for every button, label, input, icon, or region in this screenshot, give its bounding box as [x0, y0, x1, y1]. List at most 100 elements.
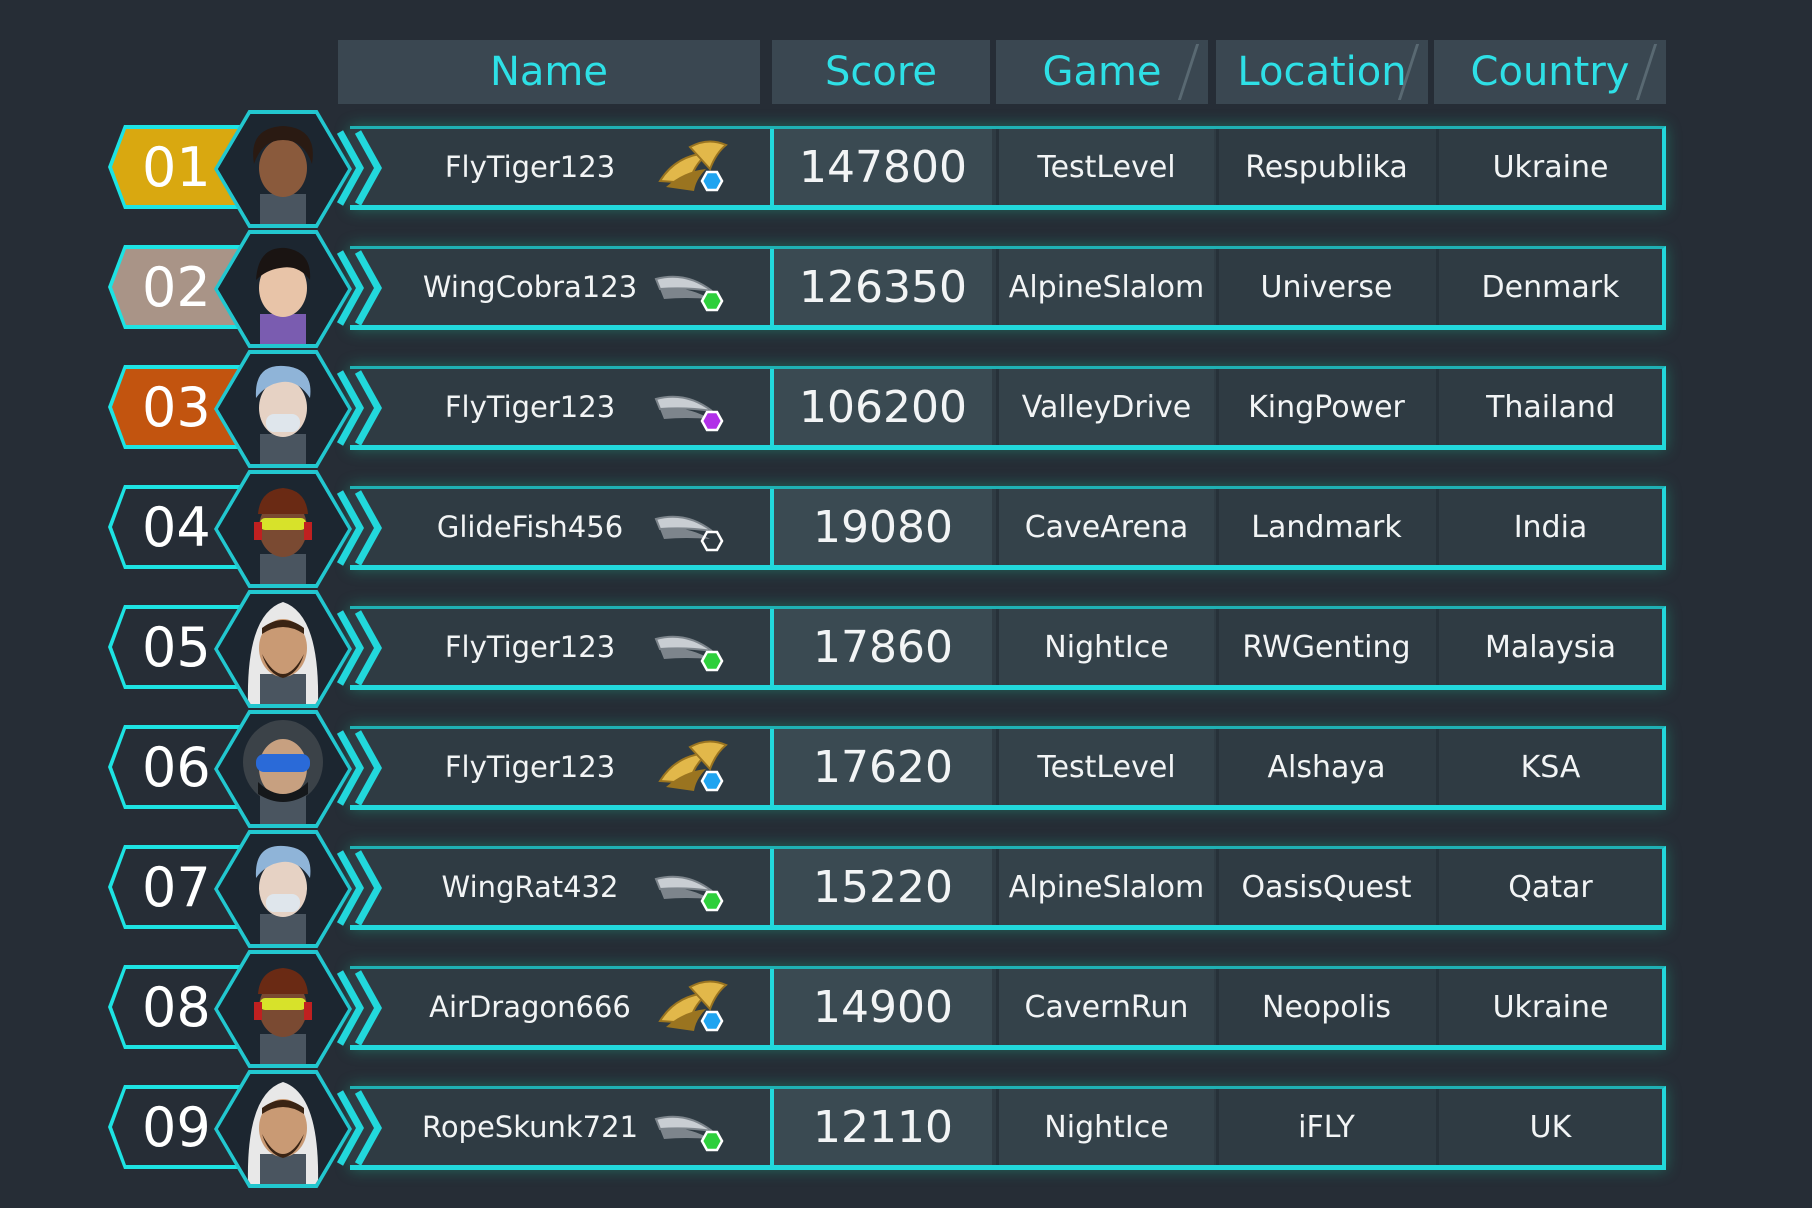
rank-number: 07 [142, 855, 211, 919]
leaderboard-row-05[interactable]: 05 FlyTiger123 17860 NightIce RWGenting … [0, 590, 1812, 708]
location-value: Alshaya [1267, 749, 1386, 785]
wings-rank-icon [654, 1115, 724, 1152]
row-bar: RopeSkunk721 12110 NightIce iFLY UK [350, 1086, 1666, 1170]
game-value: TestLevel [1037, 149, 1176, 185]
leaderboard-row-06[interactable]: 06 FlyTiger123 17620 TestLevel Alshaya K… [0, 710, 1812, 828]
rank-number: 06 [142, 735, 211, 799]
player-name-cell: WingRat432 [350, 849, 770, 925]
wings-rank-icon [654, 875, 724, 912]
wings-rank-icon [654, 515, 724, 552]
wings-rank-icon [654, 275, 724, 312]
player-name-cell: RopeSkunk721 [350, 1089, 770, 1165]
player-avatar [218, 594, 348, 704]
row-bar: FlyTiger123 106200 ValleyDrive KingPower… [350, 366, 1666, 450]
score-value: 17860 [813, 621, 953, 673]
player-name-cell: AirDragon666 [350, 969, 770, 1045]
leaderboard-row-09[interactable]: 09 RopeSkunk721 12110 NightIce iFLY UK [0, 1070, 1812, 1188]
game-cell: ValleyDrive [996, 369, 1214, 445]
player-name: GlideFish456 [436, 510, 624, 544]
score-value: 106200 [799, 381, 967, 433]
country-cell: Malaysia [1436, 609, 1662, 685]
score-cell: 17860 [770, 609, 992, 685]
score-value: 12110 [813, 1101, 953, 1153]
rank-number: 09 [142, 1095, 211, 1159]
score-value: 14900 [813, 981, 953, 1033]
column-header-location[interactable]: Location [1216, 40, 1434, 104]
column-header-country[interactable]: Country [1434, 40, 1672, 104]
column-header-name[interactable]: Name [338, 40, 760, 104]
location-value: OasisQuest [1241, 869, 1412, 905]
player-avatar [218, 474, 348, 584]
score-cell: 147800 [770, 129, 992, 205]
country-cell: Denmark [1436, 249, 1662, 325]
location-cell: Respublika [1216, 129, 1434, 205]
location-value: RWGenting [1242, 629, 1411, 665]
player-avatar [218, 234, 348, 344]
country-value: Ukraine [1492, 989, 1609, 1025]
country-value: India [1513, 509, 1588, 545]
country-value: Denmark [1481, 269, 1620, 305]
rank-number: 02 [142, 255, 211, 319]
rank-number: 03 [142, 375, 211, 439]
country-cell: Qatar [1436, 849, 1662, 925]
player-name: FlyTiger123 [444, 150, 616, 184]
column-header-game[interactable]: Game [996, 40, 1214, 104]
leaderboard-row-07[interactable]: 07 WingRat432 15220 AlpineSlalom OasisQu… [0, 830, 1812, 948]
game-value: NightIce [1044, 629, 1169, 665]
score-value: 15220 [813, 861, 953, 913]
country-cell: Thailand [1436, 369, 1662, 445]
column-header-score[interactable]: Score [772, 40, 990, 104]
location-cell: RWGenting [1216, 609, 1434, 685]
game-value: CaveArena [1024, 509, 1189, 545]
leaderboard-row-04[interactable]: 04 GlideFish456 19080 CaveArena Landmark… [0, 470, 1812, 588]
location-cell: KingPower [1216, 369, 1434, 445]
game-value: TestLevel [1037, 749, 1176, 785]
game-value: AlpineSlalom [1008, 869, 1205, 905]
country-value: Thailand [1486, 389, 1615, 425]
game-value: AlpineSlalom [1008, 269, 1205, 305]
score-cell: 12110 [770, 1089, 992, 1165]
country-cell: Ukraine [1436, 969, 1662, 1045]
score-value: 19080 [813, 501, 953, 553]
player-name: WingRat432 [441, 870, 619, 904]
score-cell: 126350 [770, 249, 992, 325]
player-avatar [218, 834, 348, 944]
location-cell: Neopolis [1216, 969, 1434, 1045]
player-avatar [218, 714, 348, 824]
score-cell: 15220 [770, 849, 992, 925]
rank-number: 04 [142, 495, 211, 559]
player-name: WingCobra123 [422, 270, 638, 304]
wings-rank-icon [658, 740, 728, 792]
country-cell: UK [1436, 1089, 1662, 1165]
game-cell: AlpineSlalom [996, 249, 1214, 325]
player-avatar [218, 354, 348, 464]
wings-rank-icon [654, 395, 724, 432]
location-cell: iFLY [1216, 1089, 1434, 1165]
wings-rank-icon [658, 980, 728, 1032]
row-bar: GlideFish456 19080 CaveArena Landmark In… [350, 486, 1666, 570]
rank-number: 08 [142, 975, 211, 1039]
row-bar: WingRat432 15220 AlpineSlalom OasisQuest… [350, 846, 1666, 930]
game-cell: NightIce [996, 1089, 1214, 1165]
score-cell: 106200 [770, 369, 992, 445]
score-cell: 14900 [770, 969, 992, 1045]
country-value: UK [1529, 1109, 1572, 1145]
chevron-icon [1177, 44, 1214, 100]
player-avatar [218, 1074, 348, 1184]
game-value: CavernRun [1024, 989, 1189, 1025]
country-value: Ukraine [1492, 149, 1609, 185]
location-cell: Universe [1216, 249, 1434, 325]
leaderboard-row-02[interactable]: 02 WingCobra123 126350 AlpineSlalom Univ… [0, 230, 1812, 348]
wings-rank-icon [654, 635, 724, 672]
row-bar: FlyTiger123 17620 TestLevel Alshaya KSA [350, 726, 1666, 810]
leaderboard-row-08[interactable]: 08 AirDragon666 14900 CavernRun Neopolis… [0, 950, 1812, 1068]
country-cell: India [1436, 489, 1662, 565]
score-cell: 17620 [770, 729, 992, 805]
leaderboard-row-01[interactable]: 01 FlyTiger123 147800 TestLevel Respubli… [0, 110, 1812, 228]
player-name-cell: FlyTiger123 [350, 729, 770, 805]
score-value: 126350 [799, 261, 967, 313]
player-name-cell: FlyTiger123 [350, 369, 770, 445]
location-value: Neopolis [1262, 989, 1391, 1025]
player-avatar [218, 954, 348, 1064]
leaderboard-row-03[interactable]: 03 FlyTiger123 106200 ValleyDrive KingPo… [0, 350, 1812, 468]
